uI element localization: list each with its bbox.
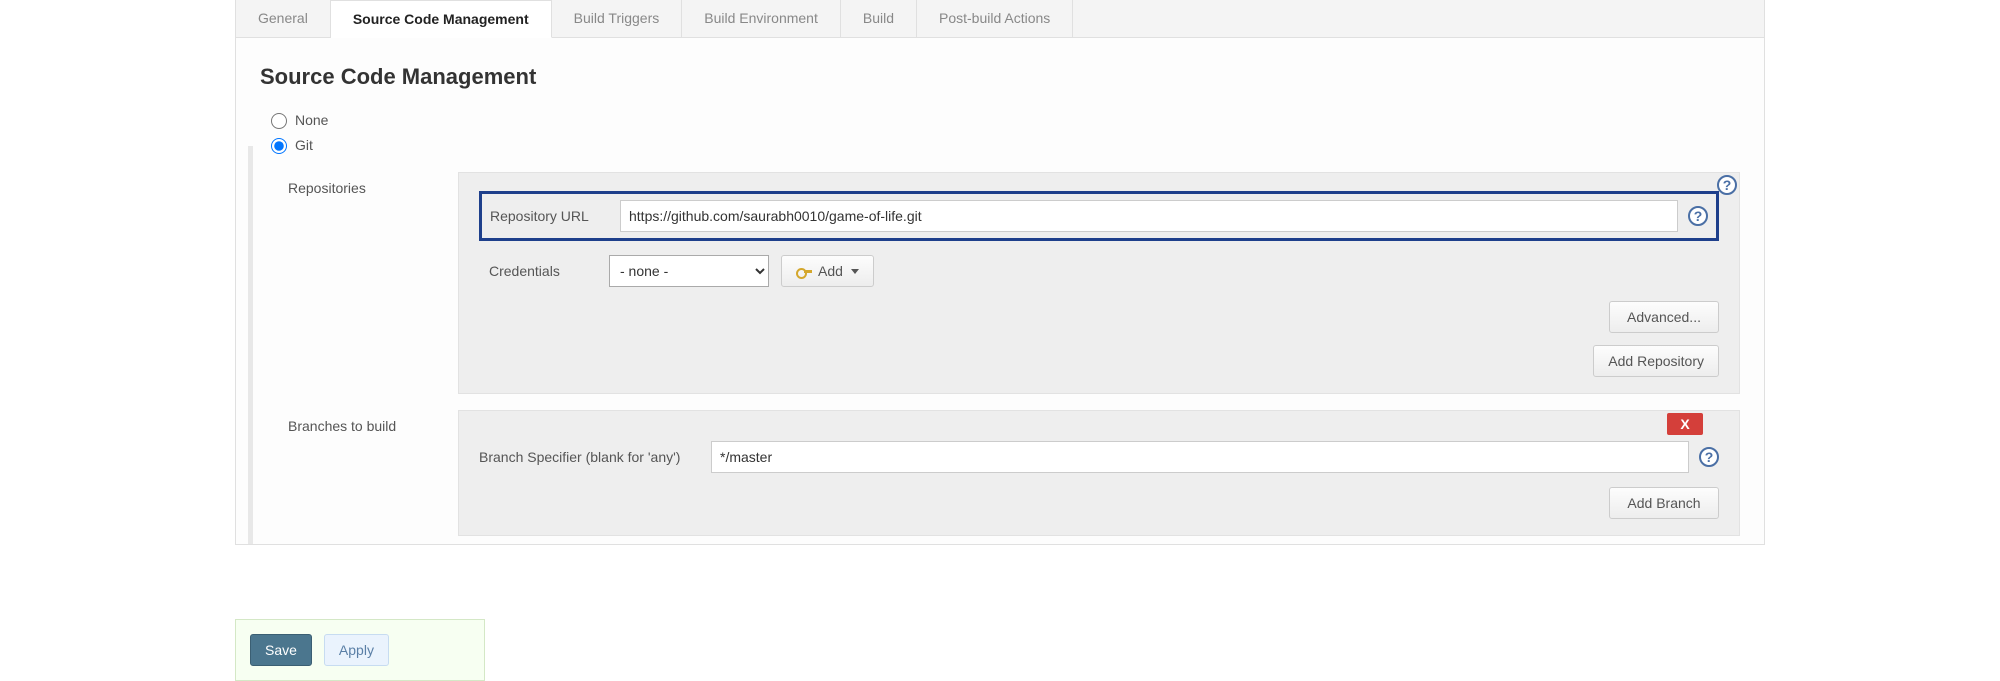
credentials-select[interactable]: - none - [609,255,769,287]
config-tabs: General Source Code Management Build Tri… [236,0,1764,38]
help-icon[interactable]: ? [1699,447,1719,467]
chevron-down-icon [851,269,859,274]
remove-branch-button[interactable]: X [1667,413,1703,435]
scm-radio-none[interactable] [271,113,287,129]
footer-action-bar: Save Apply [235,619,485,681]
branch-specifier-label: Branch Specifier (blank for 'any') [479,449,711,465]
repo-url-highlight: Repository URL ? [479,191,1719,241]
tab-build-env[interactable]: Build Environment [682,0,841,37]
add-credential-label: Add [818,263,843,279]
tab-build-triggers[interactable]: Build Triggers [552,0,683,37]
tab-scm[interactable]: Source Code Management [331,0,552,38]
branch-specifier-input[interactable] [711,441,1689,473]
help-icon[interactable]: ? [1717,175,1737,195]
repositories-panel: ? Repository URL ? Credentials - none - [458,172,1740,394]
advanced-button[interactable]: Advanced... [1609,301,1719,333]
scm-radio-none-label[interactable]: None [295,112,328,128]
tab-build[interactable]: Build [841,0,917,37]
repositories-label: Repositories [288,172,458,196]
branches-panel: X Branch Specifier (blank for 'any') ? A… [458,410,1740,536]
help-icon[interactable]: ? [1688,206,1708,226]
scm-radio-git[interactable] [271,138,287,154]
section-title: Source Code Management [260,64,1740,90]
add-branch-button[interactable]: Add Branch [1609,487,1719,519]
tab-post-build[interactable]: Post-build Actions [917,0,1073,37]
credentials-label: Credentials [489,263,609,279]
key-icon [796,266,812,276]
add-credential-button[interactable]: Add [781,255,874,287]
scm-radio-git-label[interactable]: Git [295,137,313,153]
apply-button[interactable]: Apply [324,634,389,666]
save-button[interactable]: Save [250,634,312,666]
tab-general[interactable]: General [236,0,331,37]
branches-label: Branches to build [288,410,458,434]
section-accent [248,146,253,544]
add-repository-button[interactable]: Add Repository [1593,345,1719,377]
repo-url-input[interactable] [620,200,1678,232]
repo-url-label: Repository URL [490,208,620,224]
